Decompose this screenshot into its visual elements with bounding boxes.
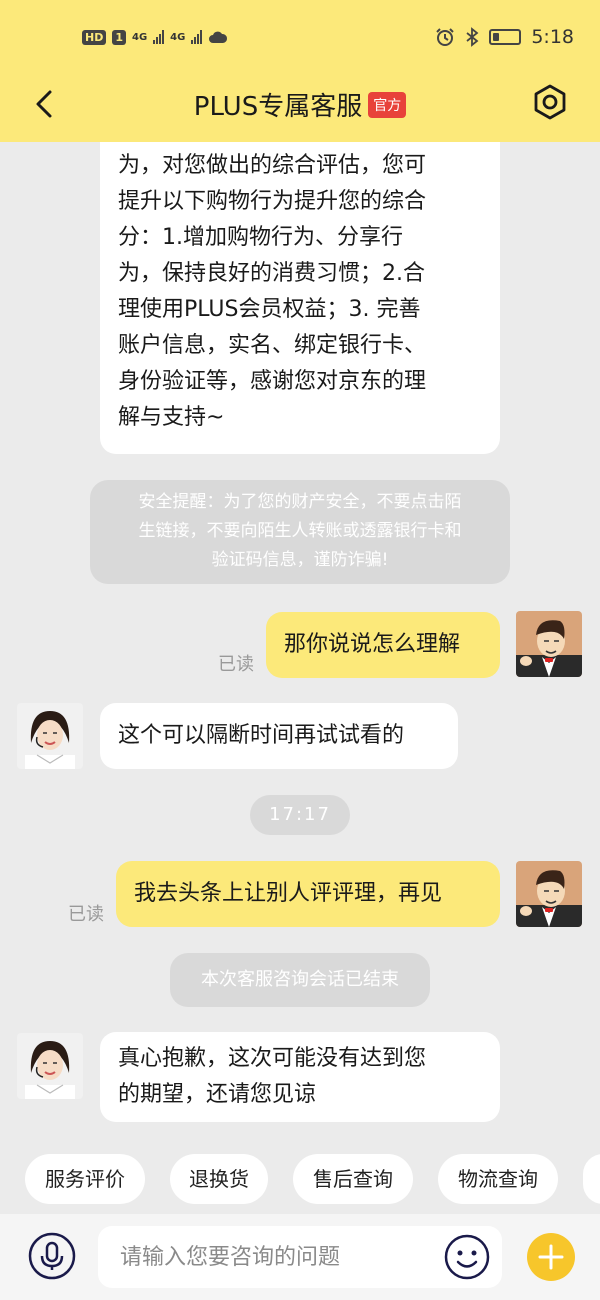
- quick-action-logistics[interactable]: 物流查询: [438, 1154, 558, 1204]
- safety-line: 安全提醒：为了您的财产安全，不要点击陌: [138, 492, 462, 512]
- quick-action-aftersales[interactable]: 售后查询: [293, 1154, 413, 1204]
- cloud-icon: [209, 31, 228, 43]
- message-bubble-outgoing: 那你说说怎么理解: [266, 612, 500, 678]
- safety-line: 验证码信息，谨防诈骗!: [211, 550, 389, 570]
- agent-avatar-image: [17, 1033, 83, 1099]
- message-line: 理使用PLUS会员权益；3. 完善: [118, 297, 421, 322]
- input-bar: [0, 1214, 600, 1300]
- read-status: 已读: [218, 654, 254, 675]
- battery-icon: [489, 29, 522, 45]
- time-divider: 17:17: [250, 795, 350, 835]
- more-button[interactable]: [527, 1233, 575, 1281]
- plus-icon: [538, 1244, 564, 1270]
- chip-label: 售后查询: [313, 1167, 393, 1191]
- message-line: 账户信息，实名、绑定银行卡、: [118, 333, 427, 358]
- message-line: 身份验证等，感谢您对京东的理: [118, 369, 427, 394]
- status-bar: HD 1 4G 4G 5:18: [0, 0, 600, 72]
- message-text: 那你说说怎么理解: [284, 632, 461, 657]
- message-bubble-incoming: 真心抱歉，这次可能没有达到您 的期望，还请您见谅: [100, 1032, 500, 1122]
- user-avatar-image: [516, 861, 582, 927]
- smiley-icon: [444, 1234, 490, 1280]
- quick-action-more[interactable]: [583, 1154, 600, 1204]
- signal-icon: [153, 30, 165, 44]
- session-ended-text: 本次客服咨询会话已结束: [201, 969, 399, 990]
- message-text: 这个可以隔断时间再试试看的: [118, 723, 405, 748]
- message-bubble-incoming: 这个可以隔断时间再试试看的: [100, 703, 458, 769]
- microphone-icon: [28, 1232, 76, 1280]
- message-line: 提升以下购物行为提升您的综合: [118, 189, 427, 214]
- status-right: 5:18: [435, 24, 574, 50]
- message-line: 分：1.增加购物行为、分享行: [118, 225, 403, 250]
- status-left: HD 1 4G 4G: [82, 26, 228, 48]
- voice-button[interactable]: [28, 1232, 76, 1280]
- quick-action-return-exchange[interactable]: 退换货: [170, 1154, 268, 1204]
- alarm-icon: [436, 28, 455, 46]
- page-title: PLUS专属客服 官方: [0, 86, 600, 123]
- agent-avatar-image: [17, 703, 83, 769]
- chip-label: 服务评价: [45, 1167, 125, 1191]
- page-title-text: PLUS专属客服: [193, 92, 363, 122]
- message-text: 我去头条上让别人评评理，再见: [134, 881, 443, 906]
- safety-notice: 安全提醒：为了您的财产安全，不要点击陌 生链接，不要向陌生人转账或透露银行卡和 …: [90, 480, 510, 584]
- nav-bar: PLUS专属客服 官方: [0, 72, 600, 142]
- message-line: 解与支持~: [118, 405, 225, 430]
- time-divider-text: 17:17: [269, 804, 331, 825]
- read-status: 已读: [68, 904, 104, 925]
- hexagon-settings-icon: [534, 84, 566, 120]
- status-time: 5:18: [531, 26, 574, 48]
- message-bubble-outgoing: 我去头条上让别人评评理，再见: [116, 861, 500, 927]
- message-line: 真心抱歉，这次可能没有达到您: [118, 1046, 427, 1071]
- chip-label: 退换货: [189, 1167, 249, 1191]
- signal-icon-2: [191, 30, 203, 44]
- bluetooth-icon: [466, 27, 479, 47]
- hd-indicator: HD: [82, 29, 107, 45]
- message-line: 为，保持良好的消费习惯；2.合: [118, 261, 425, 286]
- message-line: 的期望，还请您见谅: [118, 1082, 317, 1107]
- network-type-1: 4G: [132, 31, 148, 43]
- quick-actions: 服务评价 退换货 售后查询 物流查询: [0, 1152, 600, 1214]
- user-avatar-image: [516, 611, 582, 677]
- message-bubble-incoming: 为，对您做出的综合评估，您可 提升以下购物行为提升您的综合 分：1.增加购物行为…: [100, 142, 500, 454]
- chat-area[interactable]: 为，对您做出的综合评估，您可 提升以下购物行为提升您的综合 分：1.增加购物行为…: [0, 142, 600, 1152]
- agent-avatar[interactable]: [17, 1033, 83, 1099]
- session-ended-notice: 本次客服咨询会话已结束: [170, 953, 430, 1007]
- quick-action-service-rating[interactable]: 服务评价: [25, 1154, 145, 1204]
- network-type-2: 4G: [170, 31, 186, 43]
- user-avatar[interactable]: [516, 611, 582, 677]
- emoji-button[interactable]: [443, 1233, 491, 1281]
- message-line: 为，对您做出的综合评估，您可: [118, 153, 427, 178]
- agent-avatar[interactable]: [17, 703, 83, 769]
- chip-label: 物流查询: [458, 1167, 538, 1191]
- settings-button[interactable]: [530, 82, 570, 122]
- top-bar: HD 1 4G 4G 5:18 PLUS专属客服 官方: [0, 0, 600, 142]
- user-avatar[interactable]: [516, 861, 582, 927]
- official-badge: 官方: [368, 91, 407, 118]
- sim-indicator: 1: [112, 29, 126, 45]
- message-input[interactable]: [98, 1226, 502, 1288]
- safety-line: 生链接，不要向陌生人转账或透露银行卡和: [138, 521, 462, 541]
